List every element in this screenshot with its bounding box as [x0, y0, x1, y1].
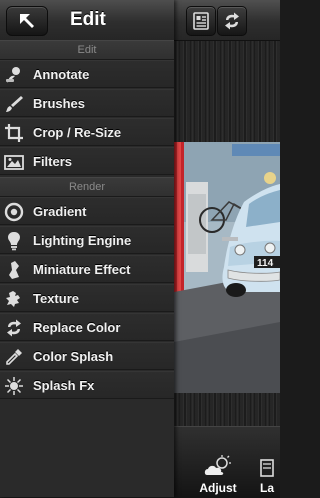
- photo-canvas[interactable]: 114: [174, 142, 280, 393]
- menu-item-lighting-engine[interactable]: Lighting Engine: [0, 226, 174, 254]
- filters-icon: [4, 155, 24, 170]
- layers-tab[interactable]: La: [260, 457, 300, 497]
- gradient-icon: [4, 202, 24, 222]
- menu-item-label: Miniature Effect: [33, 262, 131, 277]
- car-photo: 114: [174, 142, 280, 393]
- document-button[interactable]: [186, 6, 216, 36]
- back-arrow-icon: [20, 14, 34, 28]
- panel-header: Edit: [0, 0, 174, 41]
- menu-item-texture[interactable]: Texture: [0, 284, 174, 312]
- back-button[interactable]: [6, 6, 48, 36]
- menu-item-annotate[interactable]: Annotate: [0, 60, 174, 88]
- adjust-label: Adjust: [199, 481, 237, 495]
- refresh-icon: [225, 12, 239, 30]
- edit-panel: Edit Edit Annotate Brushes Crop / Re-Siz…: [0, 0, 174, 497]
- menu-item-label: Texture: [33, 291, 79, 306]
- panel-title: Edit: [70, 9, 106, 30]
- menu-item-crop-resize[interactable]: Crop / Re-Size: [0, 118, 174, 146]
- replace-color-icon: [7, 319, 21, 337]
- splash-icon: [5, 377, 23, 395]
- menu-item-brushes[interactable]: Brushes: [0, 89, 174, 117]
- menu-item-gradient[interactable]: Gradient: [0, 197, 174, 225]
- menu-item-label: Crop / Re-Size: [33, 125, 122, 140]
- bottom-toolbar: Adjust La: [174, 426, 280, 498]
- texture-icon: [6, 291, 20, 307]
- miniature-icon: [9, 261, 19, 279]
- menu-item-label: Gradient: [33, 204, 87, 219]
- section-header-render: Render: [0, 177, 174, 197]
- refresh-button[interactable]: [217, 6, 247, 36]
- adjust-tab[interactable]: Adjust: [190, 455, 246, 497]
- brush-icon: [6, 96, 23, 112]
- license-plate-text: 114: [257, 258, 274, 269]
- menu-item-label: Annotate: [33, 67, 90, 82]
- menu-item-label: Splash Fx: [33, 378, 95, 393]
- menu-item-label: Color Splash: [33, 349, 114, 364]
- dropper-icon: [6, 349, 22, 365]
- layers-label: La: [260, 481, 275, 495]
- menu-item-color-splash[interactable]: Color Splash: [0, 342, 174, 370]
- bulb-icon: [8, 232, 20, 251]
- menu-item-splash-fx[interactable]: Splash Fx: [0, 371, 174, 399]
- menu-item-miniature-effect[interactable]: Miniature Effect: [0, 255, 174, 283]
- top-toolbar: [174, 0, 280, 41]
- menu-item-label: Lighting Engine: [33, 233, 132, 248]
- menu-item-label: Brushes: [33, 96, 86, 111]
- menu-item-label: Filters: [33, 154, 73, 169]
- menu-item-label: Replace Color: [33, 320, 121, 335]
- menu-item-replace-color[interactable]: Replace Color: [0, 313, 174, 341]
- menu-item-filters[interactable]: Filters: [0, 147, 174, 175]
- weather-icon: [204, 455, 231, 475]
- annotate-icon: [6, 67, 20, 83]
- crop-icon: [5, 124, 23, 142]
- layers-icon: [260, 459, 274, 477]
- section-header-edit: Edit: [0, 40, 174, 60]
- canvas-area[interactable]: 114: [174, 41, 280, 426]
- document-icon: [193, 12, 209, 30]
